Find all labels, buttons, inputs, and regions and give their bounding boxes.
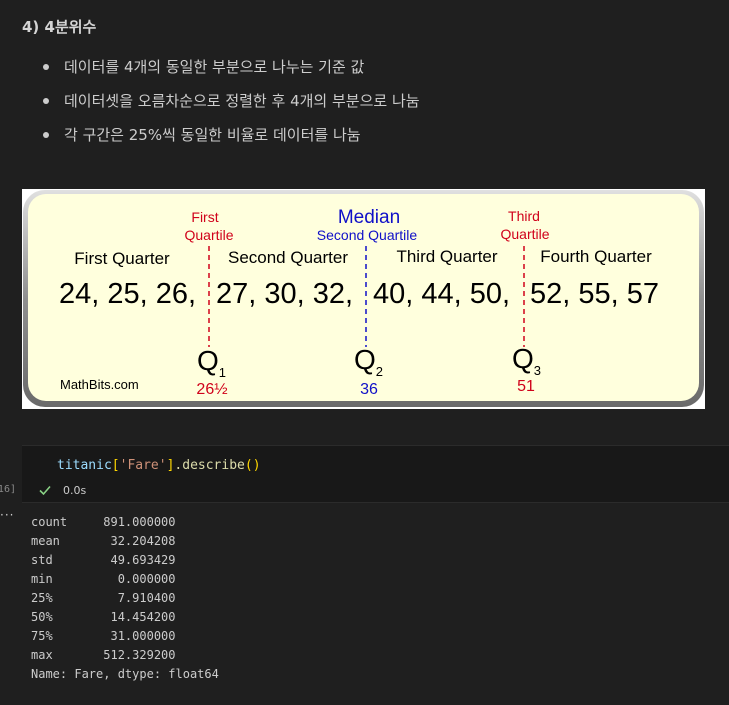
cell-output: count 891.000000 mean 32.204208 std 49.693…	[31, 513, 219, 684]
output-row: min 0.000000	[31, 570, 219, 589]
output-row: mean 32.204208	[31, 532, 219, 551]
output-row-label: max	[31, 648, 68, 662]
output-row-label: std	[31, 553, 68, 567]
q2-value: 36	[360, 381, 378, 398]
q3-label-line1: Third	[508, 208, 540, 224]
q3-label-line2: Quartile	[500, 226, 549, 242]
output-row-value: 7.910400	[67, 591, 176, 605]
bullet-list: 데이터를 4개의 동일한 부분으로 나누는 기준 값 데이터셋을 오름차순으로 …	[40, 55, 420, 157]
output-row-label: 75%	[31, 629, 68, 643]
output-row-value: 14.454200	[67, 610, 176, 624]
code-token-parens: ()	[244, 458, 261, 473]
output-row-value: 0.000000	[67, 572, 176, 586]
section-label-4: Fourth Quarter	[540, 247, 652, 266]
execution-time: 0.0s	[63, 484, 87, 497]
output-row: 50% 14.454200	[31, 608, 219, 627]
section-label-3: Third Quarter	[396, 247, 497, 266]
q3-value: 51	[517, 378, 535, 395]
output-row: count 891.000000	[31, 513, 219, 532]
output-row: std 49.693429	[31, 551, 219, 570]
output-row-value: 512.329200	[67, 648, 176, 662]
markdown-heading: 4) 4분위수	[22, 18, 97, 36]
output-row-label: 25%	[31, 591, 68, 605]
code-token-bracket: [	[111, 458, 120, 473]
output-more-icon[interactable]: ···	[0, 508, 14, 522]
output-row-label: mean	[31, 534, 68, 548]
output-row: 75% 31.000000	[31, 627, 219, 646]
bullet-item: 데이터를 4개의 동일한 부분으로 나누는 기준 값	[40, 55, 420, 89]
quartile-diagram: First Quartile Median Second Quartile Th…	[23, 190, 704, 407]
section-label-2: Second Quarter	[228, 248, 348, 267]
data-group-4: 52, 55, 57	[530, 278, 659, 310]
q1-value: 26½	[196, 381, 227, 398]
output-footer: Name: Fare, dtype: float64	[31, 667, 219, 681]
execution-count: [16]	[0, 484, 16, 495]
q2-sub-label: Second Quartile	[317, 227, 418, 243]
code-token-method: .describe	[174, 458, 245, 473]
data-group-2: 27, 30, 32,	[216, 278, 353, 310]
section-label-1: First Quarter	[74, 249, 170, 268]
code-cell[interactable]: titanic['Fare'].describe() 0.0s	[22, 445, 729, 503]
output-row: 25% 7.910400	[31, 589, 219, 608]
q1-label-line1: First	[191, 209, 218, 225]
output-row-value: 49.693429	[67, 553, 176, 567]
code-token-variable: titanic	[57, 458, 112, 473]
output-row-label: min	[31, 572, 68, 586]
median-label: Median	[338, 207, 400, 228]
quartile-figure: First Quartile Median Second Quartile Th…	[22, 189, 705, 409]
code-editor[interactable]: titanic['Fare'].describe()	[57, 458, 261, 473]
output-row-value: 32.204208	[67, 534, 176, 548]
output-row: max 512.329200	[31, 646, 219, 665]
success-check-icon	[39, 485, 51, 496]
credit-text: MathBits.com	[60, 377, 139, 392]
bullet-item: 데이터셋을 오름차순으로 정렬한 후 4개의 부분으로 나눔	[40, 89, 420, 123]
bullet-item: 각 구간은 25%씩 동일한 비율로 데이터를 나눔	[40, 123, 420, 157]
q1-label-line2: Quartile	[184, 227, 233, 243]
output-row-value: 891.000000	[67, 515, 176, 529]
output-row-label: count	[31, 515, 68, 529]
data-group-3: 40, 44, 50,	[373, 278, 510, 310]
data-group-1: 24, 25, 26,	[59, 278, 196, 310]
code-token-string: 'Fare'	[119, 458, 167, 473]
output-row-value: 31.000000	[67, 629, 176, 643]
output-row-label: 50%	[31, 610, 68, 624]
